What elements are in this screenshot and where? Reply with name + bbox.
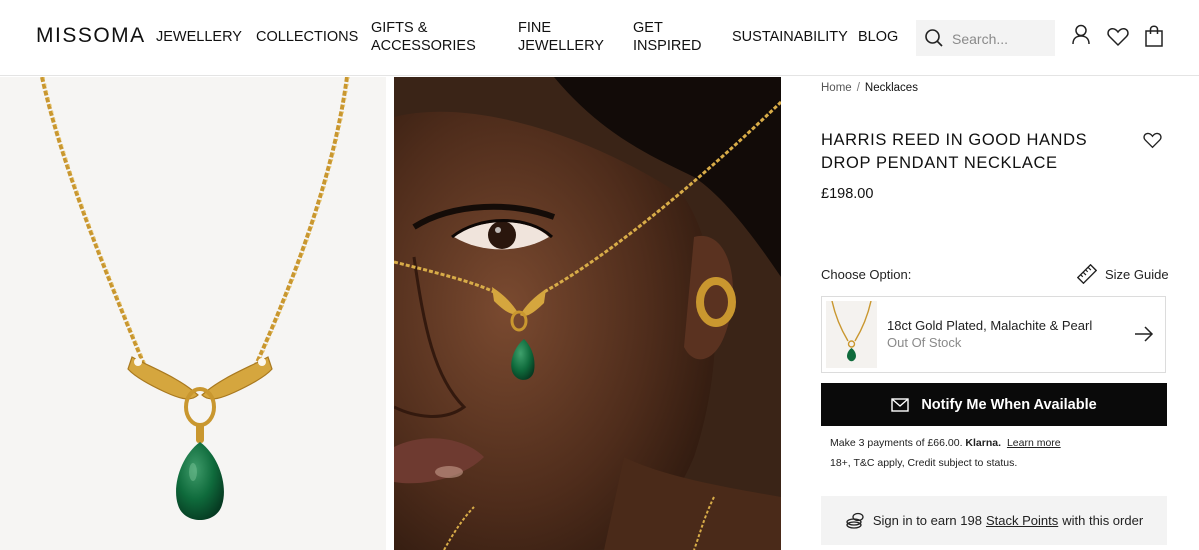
nav-fine-line2: JEWELLERY (518, 38, 604, 54)
nav-gifts-line2: ACCESSORIES (371, 38, 476, 54)
search-icon[interactable] (924, 28, 944, 48)
product-title: HARRIS REED IN GOOD HANDS DROP PENDANT N… (821, 129, 1121, 175)
nav-sustainability[interactable]: SUSTAINABILITY (732, 28, 848, 46)
ruler-icon (1077, 264, 1097, 284)
option-selector[interactable]: 18ct Gold Plated, Malachite & Pearl Out … (821, 296, 1166, 373)
choose-option-label: Choose Option: (821, 267, 912, 282)
nav-inspired-line2: INSPIRED (633, 38, 702, 54)
stack-points-link[interactable]: Stack Points (986, 513, 1058, 528)
nav-jewellery[interactable]: JEWELLERY (156, 28, 242, 46)
option-thumbnail (826, 300, 877, 368)
breadcrumb-necklaces[interactable]: Necklaces (865, 82, 918, 94)
product-image-model[interactable] (394, 77, 781, 550)
nav-inspired-line1: GET (633, 20, 663, 36)
klarna-payments-text: Make 3 payments of £66.00. (830, 437, 963, 449)
product-title-line2: DROP PENDANT NECKLACE (821, 154, 1058, 172)
nav-collections[interactable]: COLLECTIONS (256, 28, 358, 46)
size-guide-label: Size Guide (1105, 266, 1169, 282)
notify-me-label: Notify Me When Available (921, 396, 1097, 413)
model-portrait-illustration (394, 77, 781, 550)
stack-points-prefix: Sign in to earn 198 (872, 513, 982, 528)
breadcrumb-separator: / (856, 82, 860, 94)
add-to-wishlist-heart-icon[interactable] (1143, 132, 1162, 149)
nav-fine-jewellery[interactable]: FINE JEWELLERY (518, 19, 604, 55)
breadcrumb: Home / Necklaces (821, 82, 918, 94)
nav-blog[interactable]: BLOG (858, 28, 898, 46)
arrow-right-icon (1135, 326, 1154, 342)
product-price: £198.00 (821, 186, 874, 202)
envelope-icon (891, 397, 910, 412)
klarna-terms: 18+, T&C apply, Credit subject to status… (830, 457, 1018, 469)
nav-get-inspired[interactable]: GET INSPIRED (633, 19, 702, 55)
stack-points-banner: Sign in to earn 198 Stack Points with this… (821, 496, 1167, 545)
product-image-flatlay[interactable] (0, 77, 386, 550)
bag-icon[interactable] (1144, 25, 1164, 47)
wishlist-heart-icon[interactable] (1107, 27, 1129, 47)
site-header: MISSOMA JEWELLERY COLLECTIONS GIFTS & AC… (0, 0, 1199, 76)
breadcrumb-home[interactable]: Home (821, 82, 852, 94)
search-input[interactable] (950, 27, 1052, 51)
option-stock-status: Out Of Stock (887, 335, 962, 350)
nav-fine-line1: FINE (518, 20, 552, 36)
nav-gifts-accessories[interactable]: GIFTS & ACCESSORIES (371, 19, 476, 55)
notify-me-button[interactable]: Notify Me When Available (821, 383, 1167, 426)
klarna-learn-more-link[interactable]: Learn more (1007, 437, 1061, 449)
coins-icon (846, 512, 864, 529)
klarna-message: Make 3 payments of £66.00. Klarna. Learn… (830, 437, 1061, 449)
necklace-illustration (0, 77, 386, 550)
search-bar[interactable] (916, 20, 1055, 56)
klarna-logo: Klarna. (965, 437, 1002, 449)
product-title-line1: HARRIS REED IN GOOD HANDS (821, 131, 1088, 149)
size-guide-link[interactable]: Size Guide (1077, 264, 1169, 284)
nav-gifts-line1: GIFTS & (371, 20, 428, 36)
missoma-logo[interactable]: MISSOMA (36, 24, 146, 48)
option-name: 18ct Gold Plated, Malachite & Pearl (887, 318, 1093, 333)
stack-points-suffix: with this order (1062, 513, 1144, 528)
account-icon[interactable] (1071, 24, 1091, 46)
